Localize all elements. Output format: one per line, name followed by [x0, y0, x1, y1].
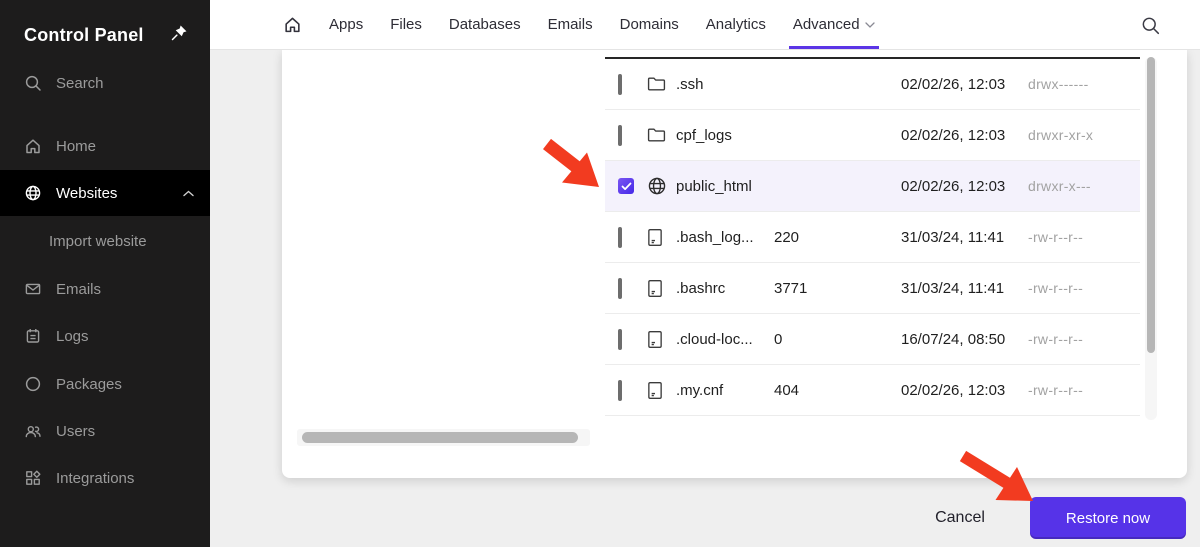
globe-icon [25, 185, 41, 201]
sidebar: Control Panel Search Home Websites Impor… [0, 0, 210, 547]
mail-icon [25, 283, 41, 295]
file-size: 220 [774, 228, 800, 246]
sidebar-item-label: Websites [56, 184, 118, 202]
file-modified: 31/03/24, 11:41 [901, 279, 1005, 297]
tab-domains[interactable]: Domains [620, 0, 679, 49]
table-row-cloud-locale[interactable]: .cloud-loc... 0 16/07/24, 08:50 -rw-r--r… [605, 314, 1140, 365]
row-checkbox[interactable] [618, 227, 622, 248]
top-nav: Apps Files Databases Emails Domains Anal… [210, 0, 1200, 50]
sidebar-item-search[interactable]: Search [0, 61, 210, 105]
table-row-bashrc[interactable]: .bashrc 3771 31/03/24, 11:41 -rw-r--r-- [605, 263, 1140, 314]
sidebar-item-label: Integrations [56, 469, 135, 487]
control-panel-app: Control Panel Search Home Websites Impor… [0, 0, 1200, 547]
file-icon [648, 279, 662, 297]
file-name: public_html [676, 177, 752, 195]
horizontal-scrollbar-thumb[interactable] [302, 432, 578, 443]
sidebar-item-integrations[interactable]: Integrations [0, 456, 210, 500]
restore-dialog: .ssh 02/02/26, 12:03 drwx------ cpf_logs… [282, 50, 1187, 478]
sidebar-item-packages[interactable]: Packages [0, 362, 210, 406]
home-icon [26, 139, 40, 154]
sidebar-item-users[interactable]: Users [0, 409, 210, 453]
nav-home-button[interactable] [283, 0, 302, 49]
tab-files[interactable]: Files [390, 0, 422, 49]
sidebar-item-label: Packages [56, 375, 122, 393]
sidebar-item-import-website[interactable]: Import website [0, 219, 210, 263]
tab-databases[interactable]: Databases [449, 0, 521, 49]
vertical-scrollbar-thumb[interactable] [1147, 57, 1155, 353]
file-icon [648, 381, 662, 399]
table-row-bash-logout[interactable]: .bash_log... 220 31/03/24, 11:41 -rw-r--… [605, 212, 1140, 263]
pin-icon[interactable] [171, 24, 188, 46]
file-name: cpf_logs [676, 126, 732, 144]
file-name: .ssh [676, 75, 704, 93]
sidebar-item-label: Home [56, 137, 97, 155]
packages-icon [25, 376, 41, 392]
file-permissions: -rw-r--r-- [1028, 331, 1084, 347]
file-modified: 02/02/26, 12:03 [901, 126, 1006, 144]
file-icon [648, 228, 662, 246]
horizontal-scrollbar[interactable] [297, 429, 590, 446]
row-checkbox[interactable] [618, 329, 622, 350]
sidebar-item-label: Search [56, 74, 104, 92]
row-checkbox[interactable] [618, 380, 622, 401]
file-size: 3771 [774, 279, 808, 297]
file-modified: 02/02/26, 12:03 [901, 381, 1006, 399]
file-permissions: -rw-r--r-- [1028, 382, 1084, 398]
row-checkbox[interactable] [618, 278, 622, 299]
cancel-button[interactable]: Cancel [920, 497, 1000, 539]
search-icon [25, 75, 41, 91]
file-permissions: -rw-r--r-- [1028, 229, 1084, 245]
sidebar-item-home[interactable]: Home [0, 124, 210, 168]
file-table: .ssh 02/02/26, 12:03 drwx------ cpf_logs… [605, 57, 1140, 416]
file-permissions: drwx------ [1028, 76, 1089, 92]
vertical-scrollbar[interactable] [1145, 57, 1157, 420]
file-modified: 02/02/26, 12:03 [901, 75, 1006, 93]
search-icon [1142, 17, 1160, 34]
file-modified: 02/02/26, 12:03 [901, 177, 1006, 195]
tab-analytics[interactable]: Analytics [706, 0, 766, 49]
logs-icon [26, 329, 40, 343]
sidebar-item-websites[interactable]: Websites [0, 170, 210, 216]
tab-advanced[interactable]: Advanced [788, 0, 879, 49]
home-icon [285, 17, 300, 33]
users-icon [25, 425, 41, 438]
table-row-ssh[interactable]: .ssh 02/02/26, 12:03 drwx------ [605, 59, 1140, 110]
file-size: 0 [774, 330, 783, 348]
sidebar-item-label: Import website [49, 232, 147, 250]
sidebar-item-label: Logs [56, 327, 89, 345]
file-name: .bash_log... [676, 228, 754, 246]
table-row-cpf-logs[interactable]: cpf_logs 02/02/26, 12:03 drwxr-xr-x [605, 110, 1140, 161]
table-row-my-cnf[interactable]: .my.cnf 404 02/02/26, 12:03 -rw-r--r-- [605, 365, 1140, 416]
tab-emails[interactable]: Emails [548, 0, 593, 49]
header-search-button[interactable] [1141, 0, 1160, 50]
chevron-down-icon [864, 21, 875, 28]
file-name: .my.cnf [676, 381, 724, 399]
folder-icon [647, 77, 666, 91]
integrations-icon [26, 470, 41, 485]
folder-icon [647, 128, 666, 142]
file-permissions: drwxr-x--- [1028, 178, 1091, 194]
restore-now-button[interactable]: Restore now [1030, 497, 1186, 539]
file-icon [648, 330, 662, 348]
sidebar-item-label: Users [56, 422, 96, 440]
sidebar-title: Control Panel [24, 24, 144, 45]
table-row-public-html[interactable]: public_html 02/02/26, 12:03 drwxr-x--- [605, 161, 1140, 212]
row-checkbox[interactable] [618, 74, 622, 95]
row-checkbox[interactable] [618, 125, 622, 146]
sidebar-item-logs[interactable]: Logs [0, 314, 210, 358]
file-modified: 16/07/24, 08:50 [901, 330, 1006, 348]
file-permissions: drwxr-xr-x [1028, 127, 1094, 143]
chevron-up-icon [183, 190, 194, 196]
file-modified: 31/03/24, 11:41 [901, 228, 1005, 246]
file-name: .bashrc [676, 279, 726, 297]
globe-icon [648, 177, 666, 195]
sidebar-item-label: Emails [56, 280, 102, 298]
sidebar-item-emails[interactable]: Emails [0, 267, 210, 311]
row-checkbox-checked[interactable] [618, 178, 634, 194]
tab-apps[interactable]: Apps [329, 0, 363, 49]
file-name: .cloud-loc... [676, 330, 753, 348]
file-permissions: -rw-r--r-- [1028, 280, 1084, 296]
file-size: 404 [774, 381, 800, 399]
